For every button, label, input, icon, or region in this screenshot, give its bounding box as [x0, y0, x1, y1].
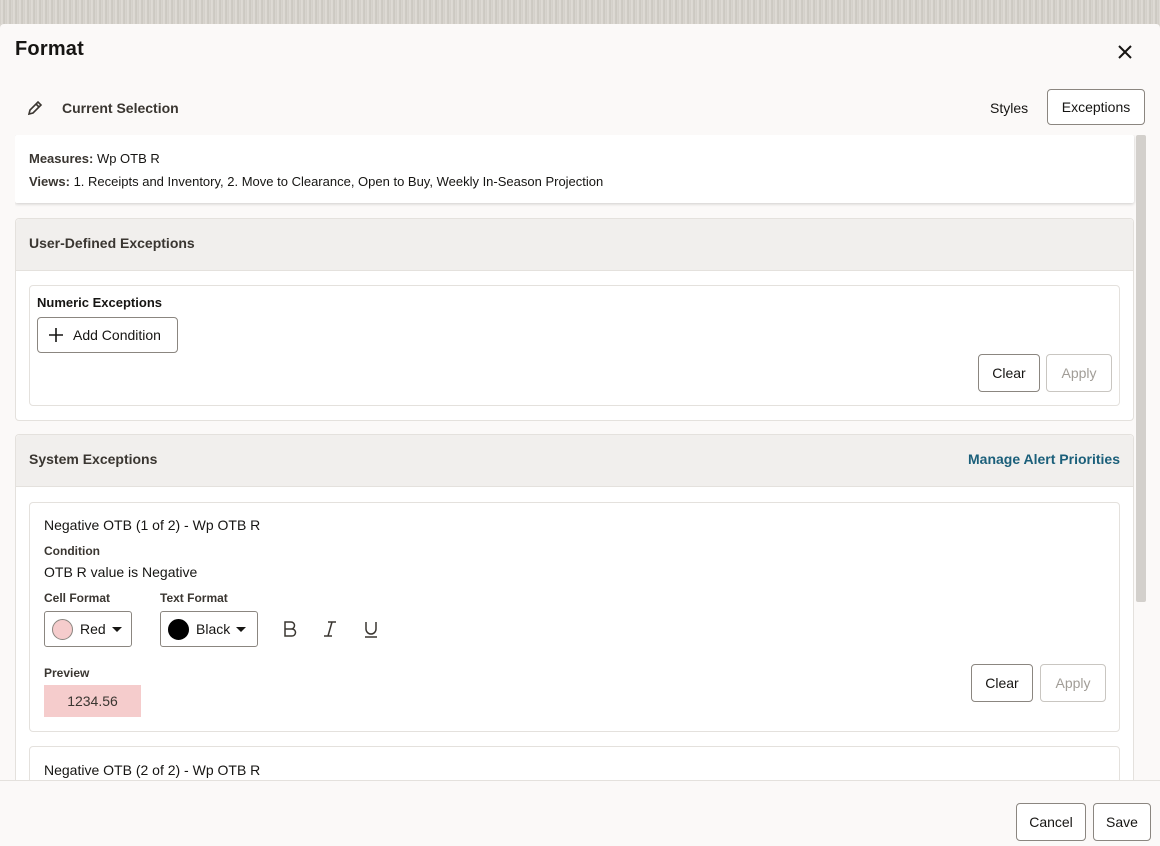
- system-exception-card: Negative OTB (1 of 2) - Wp OTB R Conditi…: [29, 502, 1120, 732]
- text-format-select[interactable]: Black: [160, 611, 258, 647]
- cell-format-value: Red: [80, 621, 106, 637]
- measures-line: Measures: Wp OTB R: [29, 151, 160, 166]
- exception-title-2: Negative OTB (2 of 2) - Wp OTB R: [44, 762, 261, 778]
- views-label: Views:: [29, 174, 70, 189]
- exceptions-tab[interactable]: Exceptions: [1047, 89, 1145, 125]
- measures-value: Wp OTB R: [96, 151, 160, 166]
- format-dialog: Format Current Selection Styles Exceptio…: [0, 24, 1160, 846]
- plus-icon: [49, 328, 63, 342]
- measures-label: Measures:: [29, 151, 94, 166]
- system-clear-button[interactable]: Clear: [971, 664, 1033, 702]
- current-selection-label: Current Selection: [62, 100, 179, 116]
- preview-cell: 1234.56: [44, 685, 141, 717]
- bold-icon[interactable]: [278, 617, 302, 641]
- user-defined-exceptions-section: User-Defined Exceptions Numeric Exceptio…: [15, 218, 1134, 421]
- background-texture: [0, 0, 1160, 24]
- system-exceptions-header: System Exceptions Manage Alert Prioritie…: [16, 435, 1133, 487]
- numeric-exceptions-title: Numeric Exceptions: [37, 295, 162, 310]
- pencil-icon: [27, 100, 43, 116]
- condition-label: Condition: [44, 544, 100, 558]
- numeric-apply-button[interactable]: Apply: [1046, 354, 1112, 392]
- selection-info-card: Measures: Wp OTB R Views: 1. Receipts an…: [15, 135, 1134, 203]
- italic-icon[interactable]: [318, 617, 342, 641]
- exception-title: Negative OTB (1 of 2) - Wp OTB R: [44, 517, 261, 533]
- footer-divider: [0, 780, 1160, 781]
- system-exceptions-title: System Exceptions: [29, 451, 158, 467]
- text-color-swatch: [168, 618, 189, 640]
- chevron-down-icon: [236, 626, 247, 632]
- preview-label: Preview: [44, 666, 90, 680]
- close-icon: [1118, 45, 1132, 59]
- text-format-value: Black: [196, 621, 231, 637]
- content-scroll-area[interactable]: Measures: Wp OTB R Views: 1. Receipts an…: [15, 135, 1146, 780]
- user-defined-title: User-Defined Exceptions: [29, 235, 195, 251]
- close-button[interactable]: [1113, 40, 1137, 64]
- views-value: 1. Receipts and Inventory, 2. Move to Cl…: [73, 174, 604, 189]
- styles-tab[interactable]: Styles: [990, 100, 1028, 116]
- cell-color-swatch: [52, 618, 73, 640]
- numeric-exceptions-card: Numeric Exceptions Add Condition Clear A…: [29, 285, 1120, 406]
- add-condition-button[interactable]: Add Condition: [37, 317, 178, 353]
- chevron-down-icon: [111, 626, 122, 632]
- selection-row: Current Selection Styles Exceptions: [0, 88, 1160, 128]
- cell-format-select[interactable]: Red: [44, 611, 132, 647]
- cancel-button[interactable]: Cancel: [1016, 803, 1086, 841]
- manage-alert-priorities-link[interactable]: Manage Alert Priorities: [968, 451, 1120, 467]
- save-button[interactable]: Save: [1093, 803, 1151, 841]
- condition-text: OTB R value is Negative: [44, 564, 198, 580]
- underline-icon[interactable]: [359, 617, 383, 641]
- system-apply-button[interactable]: Apply: [1040, 664, 1106, 702]
- text-format-label: Text Format: [160, 591, 228, 605]
- numeric-clear-button[interactable]: Clear: [978, 354, 1040, 392]
- add-condition-label: Add Condition: [73, 327, 161, 343]
- system-exceptions-section: System Exceptions Manage Alert Prioritie…: [15, 434, 1134, 780]
- views-line: Views: 1. Receipts and Inventory, 2. Mov…: [29, 174, 603, 189]
- cell-format-label: Cell Format: [44, 591, 111, 605]
- user-defined-header: User-Defined Exceptions: [16, 219, 1133, 271]
- scrollbar-thumb[interactable]: [1136, 135, 1146, 602]
- dialog-title: Format: [15, 38, 84, 60]
- system-exception-card-2: Negative OTB (2 of 2) - Wp OTB R: [29, 746, 1120, 780]
